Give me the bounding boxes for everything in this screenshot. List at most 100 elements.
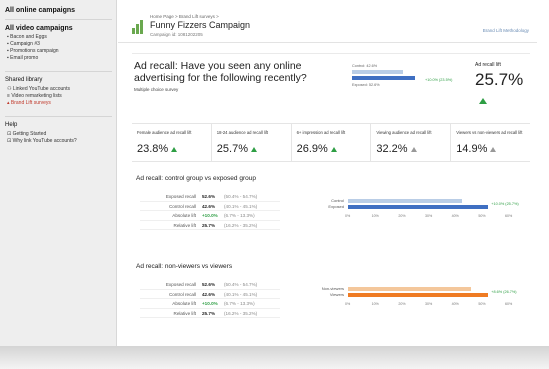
help-item-label: Why link YouTube accounts?	[12, 138, 77, 144]
axis-tick: 50%	[478, 214, 486, 218]
segment-card[interactable]: 6+ impression ad recall lift 26.9%	[290, 124, 371, 161]
stats-control-vs-exposed: Exposed recall 52.6% (50.4% - 54.7%) Contr…	[140, 192, 280, 230]
stat-row: Control recall 42.6% (40.1% - 45.1%)	[140, 290, 280, 299]
segment-value: 23.8%	[137, 143, 211, 155]
help-heading: Help	[5, 122, 18, 128]
mini-lift-label: +10.0% (23.5%)	[425, 78, 453, 82]
survey-question: Ad recall: Have you seen any online adve…	[134, 60, 307, 84]
axis-tick: 30%	[425, 214, 433, 218]
segment-label: Viewers vs non-viewers ad recall lift	[456, 130, 523, 135]
segment-number: 23.8%	[137, 143, 169, 155]
summary-box: Ad recall: Have you seen any online adve…	[132, 53, 530, 120]
campaign-item[interactable]: ▪ Email promo	[5, 55, 112, 62]
divider	[5, 19, 112, 20]
axis-tick: 10%	[371, 302, 379, 306]
stat-row: Absolute lift +10.0% (6.7% - 13.3%)	[140, 211, 280, 221]
nav-all-video-campaigns[interactable]: All video campaigns	[5, 23, 112, 34]
list-icon: ≡	[7, 93, 10, 99]
help-icon: ⊡	[7, 131, 12, 137]
stat-ci: (50.4% - 54.7%)	[224, 282, 258, 287]
nav-all-online-campaigns[interactable]: All online campaigns	[5, 5, 112, 16]
mini-control-label: Control: 42.6%	[352, 64, 378, 68]
stat-value: 52.6%	[202, 282, 216, 287]
segment-number: 25.7%	[216, 143, 248, 155]
bar-chart-logo-icon	[132, 20, 144, 34]
mini-exposed-label: Exposed: 52.6%	[352, 83, 380, 87]
stat-label: Absolute lift	[172, 301, 196, 306]
segment-label: Viewing audience ad recall lift	[376, 130, 432, 135]
axis-tick: 0%	[345, 214, 351, 218]
library-item-remarketing[interactable]: ≡ Video remarketing lists	[5, 93, 112, 100]
section-title-viewers: Ad recall: non-viewers vs viewers	[136, 263, 233, 270]
divider	[5, 71, 112, 72]
library-item-brand-lift[interactable]: ▴ Brand Lift surveys	[5, 100, 112, 107]
axis-tick: 10%	[371, 214, 379, 218]
methodology-link[interactable]: Brand Lift Methodology	[483, 28, 529, 33]
up-arrow-icon	[251, 146, 257, 152]
axis-tick: 20%	[398, 302, 406, 306]
headline-label: Ad recall lift	[475, 62, 501, 68]
axis-tick: 40%	[451, 214, 459, 218]
campaign-item[interactable]: ▪ Campaign #3	[5, 41, 112, 48]
stat-value: 42.6%	[202, 203, 216, 209]
up-arrow-icon	[330, 146, 337, 152]
headline-value: 25.7%	[475, 70, 530, 110]
segment-card[interactable]: Viewers vs non-viewers ad recall lift 14…	[450, 124, 530, 161]
segment-card[interactable]: 18-24 audience ad recall lift 25.7%	[210, 124, 291, 161]
library-item-linked-accounts[interactable]: ⚇ Linked YouTube accounts	[5, 86, 112, 93]
stat-ci: (16.2% - 35.2%)	[224, 310, 258, 316]
lift-label: +8.6% (26.7%)	[491, 290, 517, 294]
segment-card[interactable]: Viewing audience ad recall lift 32.2%	[370, 124, 450, 161]
shared-library-heading[interactable]: Shared library	[5, 75, 112, 86]
help-item-why-link[interactable]: ⊡ Why link YouTube accounts?	[5, 138, 112, 145]
bar-label: Viewers	[329, 292, 344, 297]
survey-type: Multiple choice survey	[134, 87, 179, 92]
library-item-label: Brand Lift surveys	[10, 100, 51, 106]
chart-icon: ▴	[7, 100, 10, 106]
help-item-getting-started[interactable]: ⊡ Getting Started	[5, 131, 112, 138]
stat-label: Control recall	[168, 291, 196, 297]
axis-tick: 60%	[505, 214, 513, 218]
stat-value: +10.0%	[202, 213, 218, 218]
stat-label: Exposed recall	[165, 282, 196, 287]
segment-number: 14.9%	[456, 143, 488, 155]
bar-label: Non-viewers	[321, 286, 344, 291]
stat-row: Relative lift 25.7% (16.2% - 35.2%)	[140, 309, 280, 318]
stat-ci: (6.7% - 13.3%)	[224, 301, 255, 306]
bar-b	[348, 293, 489, 297]
segment-metrics: Female audience ad recall lift 23.8% 18-…	[132, 123, 530, 162]
headline-number: 25.7%	[475, 70, 524, 89]
stat-value: 52.6%	[202, 194, 216, 199]
bar-label: Exposed	[328, 204, 344, 209]
stat-label: Relative lift	[173, 310, 196, 316]
breadcrumb[interactable]: Home Page > Brand Lift surveys >	[150, 14, 219, 19]
mini-control-bar	[352, 70, 404, 74]
library-item-label: Linked YouTube accounts	[12, 86, 70, 92]
stats-viewers: Exposed recall 52.6% (50.4% - 54.7%) Contr…	[140, 280, 280, 318]
mini-lift-chart: Control: 42.6% Exposed: 52.6% +10.0% (23…	[352, 63, 462, 93]
segment-card[interactable]: Female audience ad recall lift 23.8%	[132, 124, 211, 161]
help-icon: ⊡	[7, 138, 12, 144]
stat-value: +10.0%	[202, 301, 218, 306]
stat-label: Relative lift	[173, 222, 196, 228]
campaign-item[interactable]: ▪ Promotions campaign	[5, 48, 112, 55]
segment-value: 32.2%	[376, 143, 450, 155]
stat-ci: (50.4% - 54.7%)	[224, 194, 258, 199]
campaign-item[interactable]: ▪ Bacon and Eggs	[5, 34, 112, 41]
campaign-header: Home Page > Brand Lift surveys > Funny F…	[118, 9, 537, 43]
campaign-id: Campaign id: 1081202205	[150, 32, 203, 37]
campaign-item-label: Bacon and Eggs	[10, 34, 47, 40]
sidebar: All online campaigns All video campaigns…	[0, 0, 117, 346]
stat-ci: (16.2% - 35.2%)	[224, 222, 258, 228]
axis-tick: 0%	[345, 302, 351, 306]
up-arrow-icon	[171, 146, 178, 152]
stat-value: 25.7%	[202, 222, 216, 228]
divider	[5, 116, 112, 117]
chart-viewers: Non-viewers Viewers +8.6% (26.7%) 0% 10% 20% 3…	[306, 283, 526, 313]
neutral-arrow-icon	[490, 146, 497, 152]
segment-number: 32.2%	[376, 143, 408, 155]
stat-ci: (40.1% - 45.1%)	[224, 291, 258, 297]
main-panel: Home Page > Brand Lift surveys > Funny F…	[118, 9, 537, 346]
stat-label: Exposed recall	[165, 194, 196, 199]
stat-row: Relative lift 25.7% (16.2% - 35.2%)	[140, 221, 280, 230]
